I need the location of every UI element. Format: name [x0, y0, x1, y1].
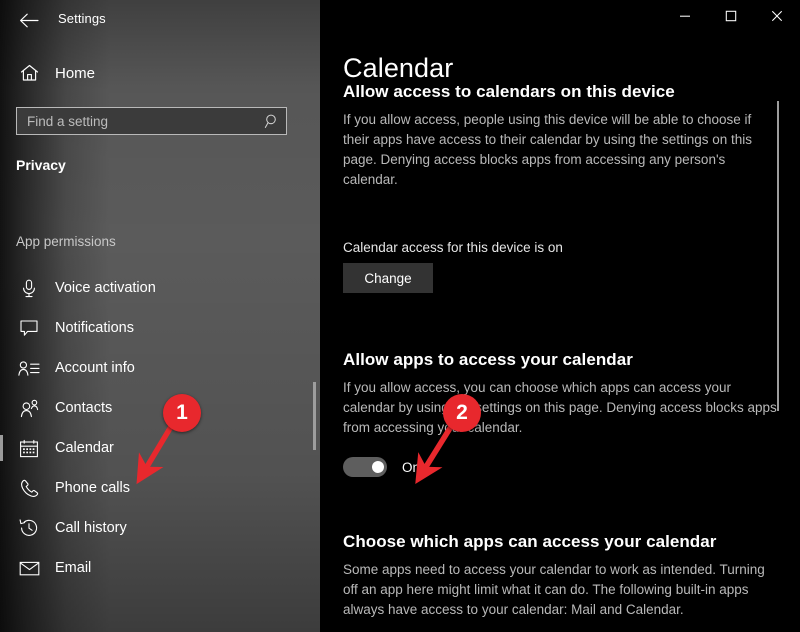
- sidebar-item-calendar[interactable]: Calendar: [0, 428, 300, 468]
- speech-bubble-icon: [16, 319, 42, 337]
- sidebar-item-home[interactable]: Home: [0, 57, 300, 89]
- search-icon: [258, 113, 286, 129]
- sidebar-item-label: Contacts: [55, 400, 113, 416]
- sidebar-item-email[interactable]: Email: [0, 548, 300, 588]
- sidebar-item-label: Call history: [55, 520, 127, 536]
- section-choose-apps: Choose which apps can access your calend…: [343, 532, 783, 620]
- microphone-icon: [16, 279, 42, 298]
- sidebar-item-label: Notifications: [55, 320, 134, 336]
- home-icon: [16, 64, 42, 82]
- section-body: If you allow access, you can choose whic…: [343, 380, 777, 435]
- section-device-access: Allow access to calendars on this device…: [343, 82, 783, 190]
- maximize-icon[interactable]: [708, 0, 754, 32]
- sidebar-item-label: Phone calls: [55, 480, 130, 496]
- sidebar-item-account-info[interactable]: Account info: [0, 348, 300, 388]
- call-history-icon: [16, 518, 42, 538]
- sidebar-category-title: Privacy: [16, 157, 66, 173]
- status-text: Calendar access for this device is on: [343, 240, 563, 255]
- search-box[interactable]: [16, 107, 287, 135]
- page-title: Calendar: [343, 53, 454, 83]
- section-body: If you allow access, people using this d…: [343, 112, 752, 187]
- back-arrow-icon[interactable]: [12, 5, 46, 35]
- account-info-icon: [16, 360, 42, 377]
- sidebar-scrollbar[interactable]: [313, 382, 316, 450]
- sidebar-item-call-history[interactable]: Call history: [0, 508, 300, 548]
- section-heading: Allow access to calendars on this device: [343, 82, 675, 101]
- sidebar-item-phone-calls[interactable]: Phone calls: [0, 468, 300, 508]
- sidebar-item-label: Account info: [55, 360, 135, 376]
- section-body: Some apps need to access your calendar t…: [343, 562, 765, 617]
- titlebar-left: Settings: [0, 0, 320, 40]
- sidebar-item-voice-activation[interactable]: Voice activation: [0, 268, 300, 308]
- close-icon[interactable]: [754, 0, 800, 32]
- section-heading: Choose which apps can access your calend…: [343, 532, 717, 551]
- sidebar: Settings Home Privac: [0, 0, 320, 632]
- sidebar-item-label: Calendar: [55, 440, 114, 456]
- apps-access-toggle-row: On: [343, 457, 783, 477]
- sidebar-item-contacts[interactable]: Contacts: [0, 388, 300, 428]
- envelope-icon: [16, 561, 42, 576]
- minimize-icon[interactable]: [662, 0, 708, 32]
- section-apps-access: Allow apps to access your calendar If yo…: [343, 350, 783, 477]
- window-title: Settings: [58, 11, 106, 26]
- search-input[interactable]: [17, 113, 258, 129]
- window-controls: [662, 0, 800, 32]
- sidebar-item-label: Email: [55, 560, 92, 576]
- change-button[interactable]: Change: [343, 263, 433, 293]
- contacts-icon: [16, 399, 42, 418]
- phone-icon: [16, 479, 42, 498]
- apps-access-toggle[interactable]: [343, 457, 387, 477]
- content-pane: Calendar Allow access to calendars on th…: [320, 0, 800, 632]
- toggle-knob: [372, 461, 384, 473]
- sidebar-item-label: Voice activation: [55, 280, 156, 296]
- calendar-icon: [16, 439, 42, 458]
- sidebar-nav-list: Voice activation Notifications Account i…: [0, 268, 320, 588]
- toggle-state-label: On: [402, 459, 421, 475]
- settings-window: Settings Home Privac: [0, 0, 800, 632]
- section-heading: Allow apps to access your calendar: [343, 350, 633, 369]
- content-scrollbar[interactable]: [777, 101, 779, 411]
- sidebar-item-notifications[interactable]: Notifications: [0, 308, 300, 348]
- device-access-status-block: Calendar access for this device is on Ch…: [343, 240, 783, 293]
- sidebar-item-label: Home: [55, 64, 96, 82]
- sidebar-group-header: App permissions: [16, 234, 116, 249]
